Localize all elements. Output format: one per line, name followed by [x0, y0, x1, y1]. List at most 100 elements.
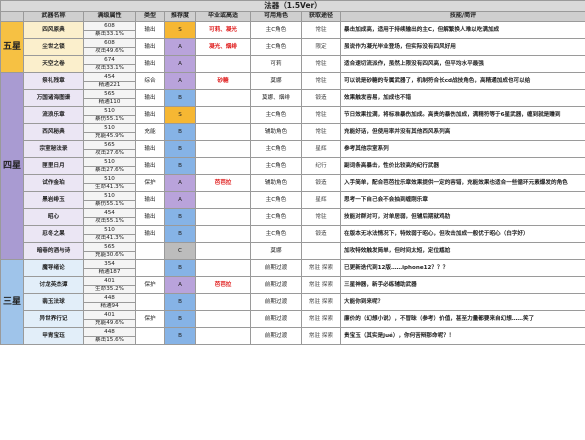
- secondary-stat: 精通187: [83, 267, 136, 277]
- secondary-stat: 攻击55.1%: [83, 216, 136, 226]
- weapon-review: 在版本无冰法情况下，特效弱于昭心，但攻击加成一般优于昭心（白字好）: [340, 225, 585, 243]
- usable-characters: 前期过渡: [250, 276, 302, 294]
- weapon-name: 宗室秘法录: [23, 140, 84, 158]
- secondary-stat: 充能49.6%: [83, 318, 136, 328]
- base-attack: 448: [83, 293, 136, 303]
- weapon-name: 天空之卷: [23, 55, 84, 73]
- weapon-review: 可以说是砂糖的专属武器了，机制符合长cd战技角色，高精通加成也可以给: [340, 72, 585, 90]
- best-fit-characters: 可莉、凝光: [195, 21, 251, 39]
- table-row: 暗巷的酒与诗 565 C 莫娜 加攻特效触发简单，但时间太短，定位尴尬: [1, 242, 585, 260]
- recommend-rank-badge: S: [164, 106, 196, 124]
- secondary-stat: 暴击27.6%: [83, 165, 136, 175]
- weapon-name: 黑岩绯玉: [23, 191, 84, 209]
- weapon-type: 输出: [135, 225, 165, 243]
- weapon-type: 保护: [135, 174, 165, 192]
- header-characters: 可用角色: [250, 11, 302, 22]
- recommend-rank-badge: A: [164, 38, 196, 56]
- weapon-review: 廉价的（幻想小说），不冒昧（参考）价值，甚至力量都要来自幻想……笑了: [340, 310, 585, 328]
- usable-characters: 主C角色: [250, 140, 302, 158]
- recommend-rank-badge: A: [164, 276, 196, 294]
- base-attack: 565: [83, 140, 136, 150]
- star-group-label: 四星: [0, 72, 24, 260]
- secondary-stat: 充能30.6%: [83, 250, 136, 260]
- usable-characters: 前期过渡: [250, 310, 302, 328]
- weapon-type: 输出: [135, 55, 165, 73]
- weapon-name: 暗巷的酒与诗: [23, 242, 84, 260]
- weapon-name: 魔导绪论: [23, 259, 84, 277]
- recommend-rank-badge: B: [164, 293, 196, 311]
- weapon-type: 输出: [135, 140, 165, 158]
- table-row: 五星 四风原典 608 输出 S 可莉、凝光 主C角色 常驻 暴击加成高，适用于持续输出的主C，…: [0, 21, 585, 73]
- header-best-fit: 毕业或高适: [195, 11, 251, 22]
- secondary-stat: 暴伤55.1%: [83, 114, 136, 124]
- base-attack: 565: [83, 89, 136, 99]
- secondary-stat: 攻击27.6%: [83, 148, 136, 158]
- table-row: 异世界行记 401 保护 B 前期过渡 常驻 探索 廉价的（幻想小说），不冒昧（参考）价值，…: [1, 310, 585, 328]
- acquisition-source: 常驻 探索: [301, 310, 341, 328]
- weapon-name: 试作金珀: [23, 174, 84, 192]
- weapon-review: 加攻特效触发简单，但时间太短，定位尴尬: [340, 242, 585, 260]
- base-attack: 401: [83, 276, 136, 286]
- usable-characters: 主C角色: [250, 106, 302, 124]
- weapon-name: 异世界行记: [23, 310, 84, 328]
- weapon-type: [135, 327, 165, 345]
- usable-characters: 可莉: [250, 55, 302, 73]
- recommend-rank-badge: A: [164, 55, 196, 73]
- best-fit-characters: 芭芭拉: [195, 174, 251, 192]
- weapon-type: [135, 242, 165, 260]
- best-fit-characters: [195, 157, 251, 175]
- usable-characters: 前期过渡: [250, 327, 302, 345]
- weapon-review: 参考其他宗室系列: [340, 140, 585, 158]
- acquisition-source: 常驻: [301, 208, 341, 226]
- acquisition-source: 星辉: [301, 191, 341, 209]
- weapon-type: 输出: [135, 106, 165, 124]
- secondary-stat: 暴击33.1%: [83, 29, 136, 39]
- usable-characters: 主C角色: [250, 157, 302, 175]
- base-attack: 608: [83, 38, 136, 48]
- recommend-rank-badge: C: [164, 242, 196, 260]
- weapon-name: 忍冬之果: [23, 225, 84, 243]
- secondary-stat: 精通94: [83, 301, 136, 311]
- table-row: 匣里日月 510 输出 B 主C角色 纪行 副词条高暴击，性价比较高的纪行武器: [1, 157, 585, 175]
- best-fit-characters: 凝光、烟绯: [195, 38, 251, 56]
- weapon-type: 保护: [135, 276, 165, 294]
- header-row: 武器名称 满级属性 类型 推荐度 毕业或高适 可用角色 获取途径 技能/简评: [0, 11, 585, 22]
- header-max-stats: 满级属性: [83, 11, 136, 22]
- star-group-label: 五星: [0, 21, 24, 73]
- weapon-name: 讨龙英杰谭: [23, 276, 84, 294]
- base-attack: 510: [83, 225, 136, 235]
- usable-characters: 主C角色: [250, 21, 302, 39]
- best-fit-characters: [195, 106, 251, 124]
- usable-characters: 前期过渡: [250, 259, 302, 277]
- table-row: 尘世之锁 608 输出 A 凝光、烟绯 主C角色 限定 虽说作为凝光毕业登场，但实际没有四风好…: [1, 38, 585, 56]
- table-row: 讨龙英杰谭 401 保护 A 芭芭拉 前期过渡 常驻 探索 三星神器，新手必练辅助武器: [1, 276, 585, 294]
- acquisition-source: 常驻: [301, 123, 341, 141]
- acquisition-source: 常驻: [301, 106, 341, 124]
- table-row: 黑岩绯玉 510 输出 A 主C角色 星辉 思考一下自己会不会抽到缠刚乐章: [1, 191, 585, 209]
- title-row: 法器（1.5Ver）: [0, 0, 585, 12]
- weapon-name: 尘世之锁: [23, 38, 84, 56]
- base-attack: 565: [83, 242, 136, 252]
- secondary-stat: 精通221: [83, 80, 136, 90]
- best-fit-characters: [195, 208, 251, 226]
- star-group-label: 三星: [0, 259, 24, 345]
- weapon-review: 思考一下自己会不会抽到缠刚乐章: [340, 191, 585, 209]
- base-attack: 454: [83, 208, 136, 218]
- acquisition-source: 常驻: [301, 72, 341, 90]
- weapon-table-body: 法器（1.5Ver） 武器名称 满级属性 类型 推荐度 毕业或高适 可用角色 获…: [0, 0, 585, 345]
- recommend-rank-badge: A: [164, 191, 196, 209]
- weapon-type: 充能: [135, 123, 165, 141]
- best-fit-characters: 砂糖: [195, 72, 251, 90]
- table-row: 流浪乐章 510 输出 S 主C角色 常驻 节日效果拉满，将标准暴伤加成。高贵的暴伤加成，满…: [1, 106, 585, 124]
- weapon-type: 输出: [135, 208, 165, 226]
- header-review: 技能/简评: [340, 11, 585, 22]
- usable-characters: 莫娜: [250, 72, 302, 90]
- best-fit-characters: [195, 293, 251, 311]
- table-row: 试作金珀 510 保护 A 芭芭拉 辅助角色 锻造 入手简单，配合芭芭拉乐章效果提供一定的容错…: [1, 174, 585, 192]
- weapon-name: 昭心: [23, 208, 84, 226]
- acquisition-source: 常驻: [301, 21, 341, 39]
- weapon-type: 输出: [135, 191, 165, 209]
- usable-characters: 前期过渡: [250, 293, 302, 311]
- acquisition-source: [301, 242, 341, 260]
- best-fit-characters: [195, 259, 251, 277]
